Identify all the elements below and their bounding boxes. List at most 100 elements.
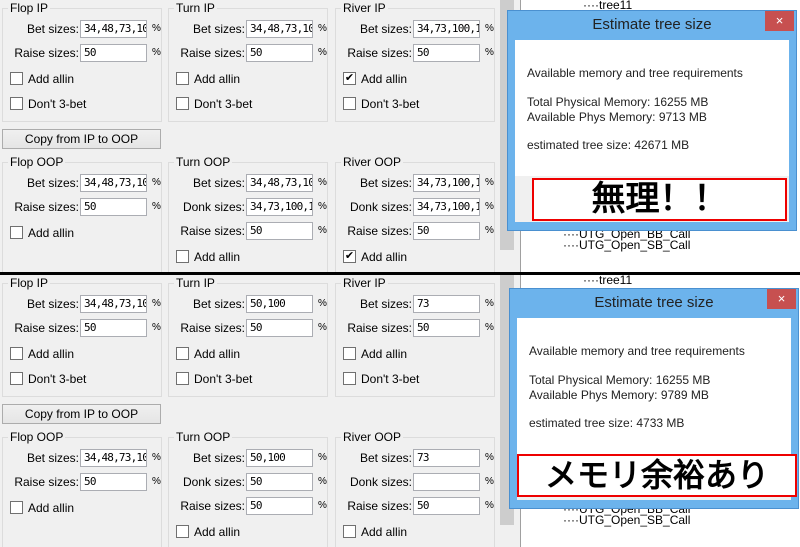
percent-label: % [485, 322, 494, 333]
field-label: Bet sizes: [192, 176, 245, 190]
tree-node[interactable]: ····UTG_Open_SB_Call [563, 238, 690, 252]
percent-label: % [485, 476, 494, 487]
checkbox-box[interactable]: ✔ [343, 72, 356, 85]
percent-label: % [152, 476, 161, 487]
sizes-input[interactable] [413, 473, 480, 491]
checkbox-box[interactable] [10, 226, 23, 239]
size-row: Bet sizes:34,48,73,100,% [169, 20, 329, 38]
checkbox-label: Don't 3-bet [194, 372, 253, 386]
close-button[interactable]: × [767, 289, 796, 309]
checkbox-label: Add allin [194, 250, 241, 264]
sizes-input[interactable]: 50 [413, 319, 480, 337]
checkbox-box[interactable] [10, 97, 23, 110]
field-label: Bet sizes: [359, 297, 412, 311]
size-row: Donk sizes:% [336, 473, 496, 491]
size-row: Raise sizes: 50% [169, 319, 329, 337]
checkbox-box[interactable] [10, 347, 23, 360]
checkbox-box[interactable] [343, 347, 356, 360]
percent-label: % [152, 23, 161, 34]
field-label: Bet sizes: [359, 176, 412, 190]
sizes-input[interactable]: 50 [80, 319, 147, 337]
check-icon: ✔ [344, 250, 355, 262]
checkbox-box[interactable]: ✔ [343, 250, 356, 263]
sizes-input[interactable]: 34,48,73,100, [246, 20, 313, 38]
sizes-input[interactable]: 50 [246, 44, 313, 62]
field-label: Bet sizes: [192, 297, 245, 311]
field-label: Donk sizes: [182, 475, 245, 489]
sizes-input[interactable]: 50 [246, 497, 313, 515]
size-row: Bet sizes:34,73,100,138% [336, 20, 496, 38]
size-row: Raise sizes: 50% [336, 319, 496, 337]
field-label: Bet sizes: [26, 451, 79, 465]
sizes-input[interactable]: 34,48,73,100, [80, 295, 147, 313]
solver-panel: Flop IPBet sizes:34,48,73,100,%Raise siz… [0, 275, 800, 547]
copy-ip-to-oop-button[interactable]: Copy from IP to OOP [2, 129, 161, 149]
checkbox-box[interactable] [176, 72, 189, 85]
sizes-input[interactable]: 50 [413, 44, 480, 62]
sizes-input[interactable]: 34,48,73,100, [80, 174, 147, 192]
percent-label: % [318, 47, 327, 58]
available-memory: Available Phys Memory: 9713 MB [527, 110, 707, 124]
sizes-input[interactable]: 34,48,73,100, [80, 20, 147, 38]
sizes-input[interactable]: 50 [80, 44, 147, 62]
sizes-input[interactable]: 34,73,100,138 [413, 198, 480, 216]
verdict-annotation: 無理！！ [532, 178, 787, 221]
tree-node[interactable]: ····tree11 [583, 275, 632, 287]
sizes-input[interactable]: 50 [246, 222, 313, 240]
size-row: Donk sizes:34,73,100,138% [336, 198, 496, 216]
size-row: Raise sizes: 50% [336, 497, 496, 515]
size-row: Donk sizes: 50% [169, 473, 329, 491]
checkbox-box[interactable] [176, 250, 189, 263]
checkbox-box[interactable] [10, 372, 23, 385]
checkbox-box[interactable] [343, 372, 356, 385]
available-memory: Available Phys Memory: 9789 MB [529, 388, 709, 402]
field-label: Raise sizes: [14, 475, 79, 489]
sizes-input[interactable]: 50,100 [246, 449, 313, 467]
percent-label: % [152, 298, 161, 309]
checkbox-box[interactable] [10, 501, 23, 514]
group-flop-ip: Flop IPBet sizes:34,48,73,100,%Raise siz… [2, 1, 163, 122]
sizes-input[interactable]: 73 [413, 295, 480, 313]
sizes-input[interactable]: 34,73,100,138 [413, 174, 480, 192]
sizes-input[interactable]: 50 [80, 473, 147, 491]
checkbox-box[interactable] [10, 72, 23, 85]
memory-heading: Available memory and tree requirements [527, 66, 743, 80]
tree-node[interactable]: ····UTG_Open_SB_Call [563, 513, 690, 527]
size-row: Bet sizes:34,48,73,100,% [3, 20, 163, 38]
size-row: Raise sizes: 50% [169, 222, 329, 240]
checkbox-label: Don't 3-bet [28, 372, 87, 386]
group-turn-oop: Turn OOP Bet sizes: 50,100% Donk sizes: 50% R… [168, 430, 329, 547]
field-label: Bet sizes: [26, 297, 79, 311]
field-label: Raise sizes: [347, 321, 412, 335]
sizes-input[interactable]: 50 [413, 222, 480, 240]
checkbox-box[interactable] [176, 347, 189, 360]
checkbox-box[interactable] [343, 97, 356, 110]
checkbox-box[interactable] [176, 97, 189, 110]
sizes-input[interactable]: 34,73,100,138 [413, 20, 480, 38]
size-row: Bet sizes: 73% [336, 295, 496, 313]
percent-label: % [318, 500, 327, 511]
check-icon: ✔ [344, 72, 355, 84]
checkbox-box[interactable] [343, 525, 356, 538]
sizes-input[interactable]: 50,100 [246, 295, 313, 313]
verdict-annotation: メモリ余裕あり [517, 454, 797, 497]
checkbox-label: Add allin [361, 250, 408, 264]
sizes-input[interactable]: 73 [413, 449, 480, 467]
sizes-input[interactable]: 50 [80, 198, 147, 216]
sizes-input[interactable]: 50 [246, 473, 313, 491]
checkbox-box[interactable] [176, 525, 189, 538]
sizes-input[interactable]: 50 [413, 497, 480, 515]
sizes-input[interactable]: 50 [246, 319, 313, 337]
close-button[interactable]: × [765, 11, 794, 31]
copy-ip-to-oop-button[interactable]: Copy from IP to OOP [2, 404, 161, 424]
sizes-input[interactable]: 34,48,73,100, [80, 449, 147, 467]
checkbox-box[interactable] [176, 372, 189, 385]
percent-label: % [485, 225, 494, 236]
sizes-input[interactable]: 34,48,73,100, [246, 174, 313, 192]
percent-label: % [318, 177, 327, 188]
size-row: Bet sizes:34,48,73,100,% [169, 174, 329, 192]
percent-label: % [485, 500, 494, 511]
group-title: Flop IP [8, 276, 51, 290]
sizes-input[interactable]: 34,73,100,138 [246, 198, 313, 216]
field-label: Raise sizes: [180, 224, 245, 238]
